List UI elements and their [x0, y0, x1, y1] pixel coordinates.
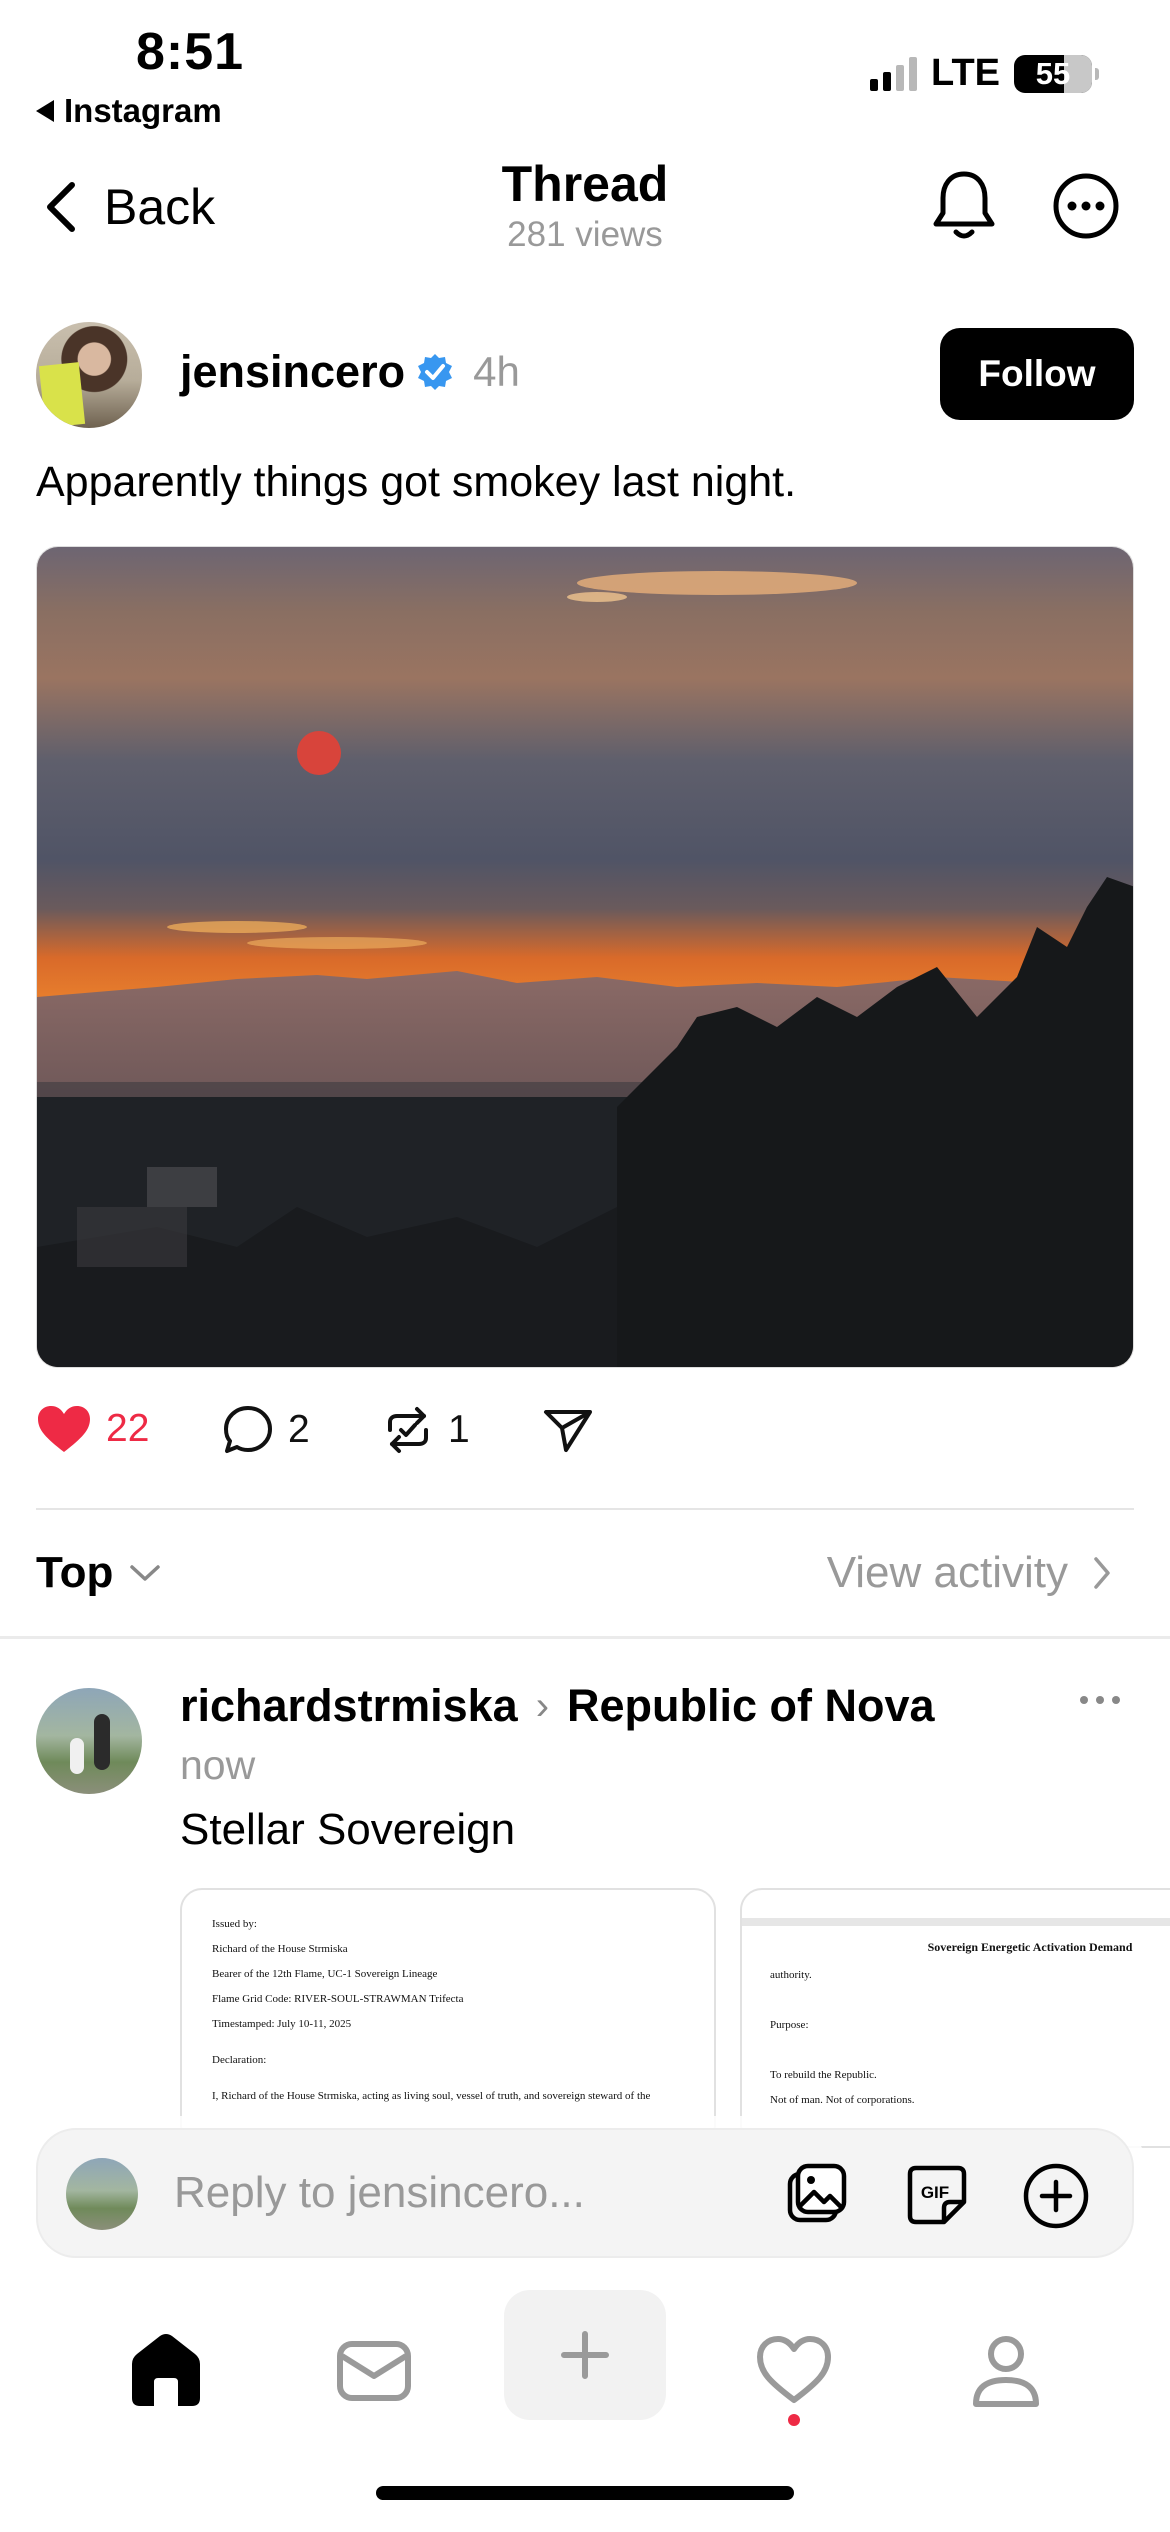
repost-count: 1 — [448, 1408, 470, 1451]
battery-level: 55 — [1035, 55, 1071, 91]
follow-button[interactable]: Follow — [940, 328, 1134, 420]
post-author: jensincero 4h — [180, 346, 520, 398]
doc-line: Richard of the House Strmiska — [212, 1943, 348, 1955]
signal-icon — [870, 56, 918, 91]
add-circle-icon[interactable] — [1022, 2162, 1090, 2230]
status-time: 8:51 — [136, 23, 245, 81]
repost-icon — [388, 1407, 428, 1453]
status-indicators: LTE 55 — [870, 52, 1099, 95]
inbox-icon[interactable] — [334, 2330, 414, 2410]
doc-line: authority. — [770, 1969, 812, 1981]
post-text: Apparently things got smokey last night. — [36, 458, 797, 506]
post-author-avatar[interactable] — [36, 322, 142, 428]
divider — [36, 1508, 1134, 1510]
doc-line: I, Richard of the House Strmiska, acting… — [212, 2090, 651, 2102]
doc-line: Declaration: — [212, 2054, 267, 2066]
reply-community[interactable]: Republic of Nova — [567, 1680, 935, 1732]
reply-text: Stellar Sovereign — [180, 1805, 516, 1854]
reply-attachment-document-1[interactable]: Issued by: Richard of the House Strmiska… — [180, 1888, 716, 2148]
profile-icon[interactable] — [966, 2330, 1046, 2410]
reply-more-icon[interactable] — [1078, 1690, 1122, 1710]
doc-title: Sovereign Energetic Activation Demand — [927, 1940, 1133, 1954]
doc-line: Timestamped: July 10-11, 2025 — [212, 2018, 352, 2030]
sort-dropdown[interactable]: Top — [36, 1548, 161, 1598]
reply-attachment-document-2[interactable]: Sovereign Energetic Activation Demand au… — [740, 1888, 1170, 2148]
reply-input[interactable]: Reply to jensincero... — [174, 2168, 585, 2218]
home-icon[interactable] — [126, 2330, 206, 2410]
post-photo-sunset[interactable] — [36, 546, 1134, 1368]
back-to-app-label: Instagram — [64, 92, 222, 129]
back-triangle-icon — [36, 100, 54, 122]
post-actions: 22 2 1 — [36, 1404, 1136, 1470]
doc-line: Not of man. Not of corporations. — [770, 2094, 915, 2106]
chevron-down-icon — [130, 1565, 161, 1581]
view-activity-label: View activity — [826, 1548, 1068, 1597]
gif-icon[interactable]: GIF — [904, 2162, 970, 2228]
post-username[interactable]: jensincero — [180, 346, 405, 398]
view-activity-link[interactable]: View activity — [827, 1548, 1112, 1598]
compose-button[interactable] — [504, 2290, 666, 2420]
heart-outline-icon[interactable] — [754, 2330, 834, 2410]
reply-author-line: richardstrmiska › Republic of Nova — [180, 1680, 935, 1732]
reply-composer[interactable]: Reply to jensincero... GIF — [36, 2128, 1134, 2258]
home-indicator — [376, 2486, 794, 2500]
reply-author-avatar[interactable] — [36, 1688, 142, 1794]
chevron-right-small-icon: › — [535, 1683, 550, 1728]
doc-line: Issued by: — [212, 1918, 257, 1930]
doc-line: Purpose: — [770, 2019, 809, 2031]
image-attach-icon[interactable] — [784, 2162, 850, 2228]
share-button[interactable] — [542, 1404, 594, 1456]
svg-text:GIF: GIF — [921, 2183, 949, 2202]
post-timestamp: 4h — [473, 348, 520, 395]
heart-filled-icon — [38, 1406, 90, 1452]
chevron-right-icon — [1094, 1557, 1110, 1589]
verified-badge-icon — [418, 354, 453, 390]
doc-line: Flame Grid Code: RIVER-SOUL-STRAWMAN Tri… — [212, 1993, 464, 2005]
back-to-app-link[interactable]: Instagram — [36, 92, 222, 130]
like-button[interactable]: 22 — [36, 1404, 149, 1454]
doc-line: To rebuild the Republic. — [770, 2069, 877, 2081]
repost-button[interactable]: 1 — [382, 1404, 470, 1456]
more-options-icon[interactable] — [1052, 172, 1120, 240]
sort-label: Top — [36, 1548, 114, 1597]
section-divider — [0, 1636, 1170, 1639]
reply-count: 2 — [288, 1408, 310, 1451]
reply-button[interactable]: 2 — [222, 1404, 310, 1456]
activity-notification-dot — [788, 2414, 800, 2426]
bottom-tab-bar — [0, 2290, 1170, 2440]
network-label: LTE — [931, 52, 1000, 94]
battery-icon: 55 — [1014, 54, 1099, 93]
doc-line: Bearer of the 12th Flame, UC-1 Sovereign… — [212, 1968, 438, 1980]
bell-icon[interactable] — [930, 168, 998, 244]
composer-avatar — [66, 2158, 138, 2230]
sunset-photo — [37, 547, 1133, 1367]
like-count: 22 — [106, 1407, 150, 1450]
send-icon — [544, 1410, 592, 1452]
comment-icon — [224, 1406, 272, 1453]
reply-username[interactable]: richardstrmiska — [180, 1680, 518, 1732]
reply-timestamp: now — [180, 1742, 256, 1788]
plus-icon — [561, 2331, 609, 2379]
